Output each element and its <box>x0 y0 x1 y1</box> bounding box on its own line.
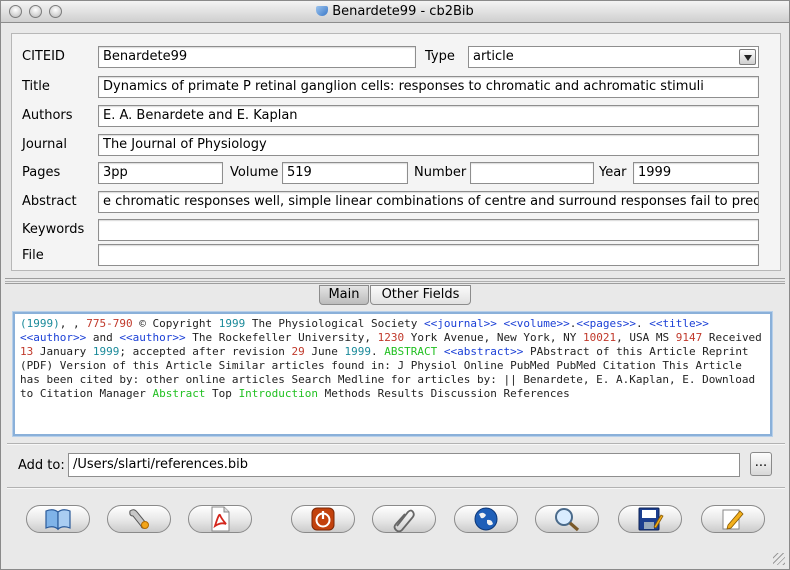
raw-text-segment: and <box>86 331 120 344</box>
file-input[interactable] <box>98 244 759 266</box>
edit-button[interactable] <box>701 505 765 533</box>
splitter-handle[interactable] <box>5 278 785 284</box>
type-label: Type <box>425 49 455 64</box>
citeid-label: CITEID <box>22 49 65 64</box>
raw-text-segment: June <box>304 345 345 358</box>
number-label: Number <box>414 165 467 180</box>
pencil-icon <box>722 509 744 530</box>
raw-text-segment <box>437 345 444 358</box>
keywords-input[interactable] <box>98 219 759 241</box>
number-input[interactable] <box>470 162 594 184</box>
title-bar[interactable]: Benardete99 - cb2Bib <box>1 1 789 23</box>
type-select[interactable]: article <box>468 46 759 68</box>
authors-label: Authors <box>22 108 73 123</box>
keywords-label: Keywords <box>22 222 85 237</box>
raw-text-segment: <<title>> <box>649 317 709 330</box>
raw-text-segment <box>497 317 504 330</box>
divider <box>7 443 785 445</box>
raw-text-segment: 1999 <box>344 345 372 358</box>
magnifier-icon <box>555 508 580 532</box>
raw-text-segment: The Rockefeller University, <box>185 331 378 344</box>
raw-text-segment: (1999) <box>20 317 60 330</box>
raw-text-segment: York Avenue, New York, NY <box>404 331 583 344</box>
raw-text-segment: 1230 <box>377 331 405 344</box>
globe-icon <box>474 507 498 531</box>
resize-grip[interactable] <box>773 553 785 565</box>
pdf-icon <box>211 506 230 532</box>
raw-text-segment: <<pages>> <box>576 317 636 330</box>
raw-text-segment: <<volume>> <box>503 317 570 330</box>
tab-main[interactable]: Main <box>319 285 369 305</box>
raw-text-segment: Methods Results Discussion References <box>318 387 570 400</box>
window-title: Benardete99 - cb2Bib <box>1 4 789 19</box>
raw-text-editor[interactable]: (1999), , 775-790 © Copyright 1999 The P… <box>13 312 772 436</box>
raw-text-segment: 13 <box>20 345 34 358</box>
raw-text-segment: Abstract <box>152 387 206 400</box>
title-input[interactable]: Dynamics of primate P retinal ganglion c… <box>98 76 759 98</box>
stop-button[interactable] <box>291 505 355 533</box>
raw-text-segment: 1999 <box>218 317 246 330</box>
abstract-label: Abstract <box>22 194 77 209</box>
raw-text-segment: Introduction <box>238 387 319 400</box>
fields-panel: CITEID Benardete99 Type article Title Dy… <box>11 33 781 271</box>
tab-other-fields[interactable]: Other Fields <box>370 285 471 305</box>
bib-file-input[interactable]: /Users/slarti/references.bib <box>68 453 740 477</box>
paperclip-icon <box>393 509 415 532</box>
raw-text-segment <box>709 317 716 330</box>
journal-label: Journal <box>22 137 67 152</box>
raw-text-segment: <<journal>> <box>424 317 497 330</box>
chevron-down-icon[interactable] <box>739 49 756 65</box>
journal-input[interactable]: The Journal of Physiology <box>98 134 759 156</box>
add-to-label: Add to: <box>18 458 65 473</box>
raw-text-segment: <<abstract>> <box>443 345 524 358</box>
app-window: Benardete99 - cb2Bib CITEID Benardete99 … <box>0 0 790 570</box>
divider <box>7 487 785 489</box>
raw-text-segment: ; accepted after revision <box>119 345 292 358</box>
raw-text-segment: Received <box>702 331 769 344</box>
pages-input[interactable]: 3pp <box>98 162 223 184</box>
file-label: File <box>22 248 44 263</box>
wrench-icon <box>129 509 149 529</box>
raw-text-segment: <<author>> <box>20 331 87 344</box>
power-icon <box>311 507 335 531</box>
citeid-input[interactable]: Benardete99 <box>98 46 416 68</box>
raw-text-segment: The Physiological Society <box>245 317 425 330</box>
raw-text-segment: <<author>> <box>119 331 186 344</box>
view-bib-button[interactable] <box>26 505 90 533</box>
type-select-value: article <box>473 49 514 64</box>
clipboard-button[interactable] <box>372 505 436 533</box>
raw-text-segment: 9147 <box>675 331 703 344</box>
title-label: Title <box>22 79 50 94</box>
pdf-button[interactable] <box>188 505 252 533</box>
raw-text-segment: 1999 <box>92 345 120 358</box>
search-button[interactable] <box>535 505 599 533</box>
browse-button[interactable]: ... <box>750 452 772 476</box>
authors-input[interactable]: E. A. Benardete and E. Kaplan <box>98 105 759 127</box>
save-button[interactable] <box>618 505 682 533</box>
raw-text-segment: © Copyright <box>132 317 219 330</box>
pages-label: Pages <box>22 165 61 180</box>
raw-text-segment: Top <box>205 387 239 400</box>
year-input[interactable]: 1999 <box>633 162 759 184</box>
raw-text-segment: 10021 <box>582 331 617 344</box>
configure-button[interactable] <box>107 505 171 533</box>
raw-text-segment: 29 <box>291 345 305 358</box>
abstract-input[interactable]: e chromatic responses well, simple linea… <box>98 191 759 213</box>
raw-text-segment: . <box>635 317 650 330</box>
raw-text-segment: 775-790 <box>86 317 133 330</box>
floppy-icon <box>638 507 664 531</box>
book-icon <box>45 509 71 531</box>
document-icon <box>316 6 329 16</box>
raw-text-segment: January <box>33 345 93 358</box>
volume-input[interactable]: 519 <box>282 162 408 184</box>
raw-text-segment: . <box>371 345 385 358</box>
raw-text-segment: , , <box>59 317 87 330</box>
volume-label: Volume <box>230 165 279 180</box>
year-label: Year <box>599 165 627 180</box>
network-query-button[interactable] <box>454 505 518 533</box>
raw-text-segment: , USA MS <box>616 331 676 344</box>
raw-text-segment: ABSTRACT <box>384 345 438 358</box>
